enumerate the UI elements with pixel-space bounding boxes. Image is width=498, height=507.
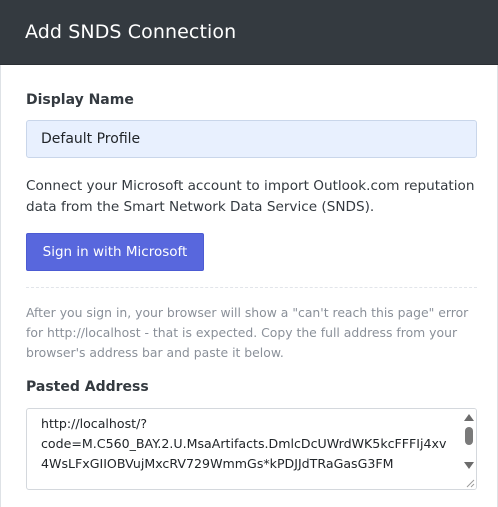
resize-grip-icon[interactable] [465,478,475,488]
pasted-address-label: Pasted Address [26,379,149,395]
triangle-up-icon[interactable] [464,414,474,421]
dialog-body: Display Name Connect your Microsoft acco… [0,65,498,507]
scrollbar-thumb[interactable] [465,427,473,445]
section-divider [26,287,477,288]
dialog-header: Add SNDS Connection [0,0,498,65]
pasted-address-field: http://localhost/? code=M.C560_BAY.2.U.M… [26,408,477,490]
sign-in-with-microsoft-button[interactable]: Sign in with Microsoft [26,233,204,271]
display-name-label: Display Name [26,92,134,108]
textarea-scrollbar[interactable] [462,409,476,489]
add-snds-connection-dialog: Add SNDS Connection Display Name Connect… [0,0,498,507]
sign-in-help-text: After you sign in, your browser will sho… [26,305,469,360]
display-name-input[interactable] [26,120,477,158]
connection-description: Connect your Microsoft account to import… [26,178,475,215]
triangle-down-icon[interactable] [464,462,474,469]
pasted-address-textarea[interactable]: http://localhost/? code=M.C560_BAY.2.U.M… [27,409,463,489]
dialog-title: Add SNDS Connection [25,21,237,43]
